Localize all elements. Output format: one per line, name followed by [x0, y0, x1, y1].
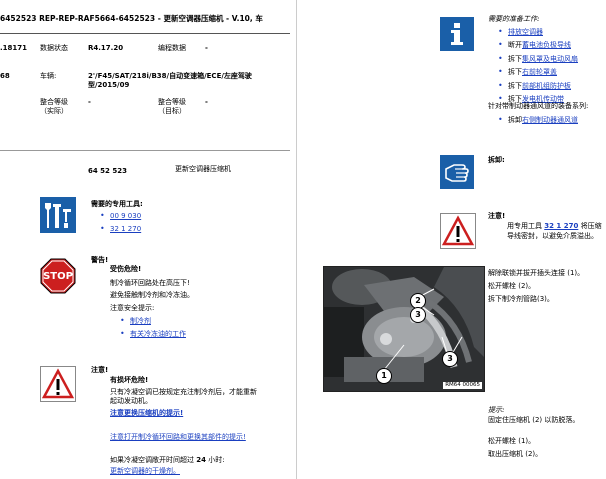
special-tool-item: 00 9 030 — [98, 211, 248, 222]
prep-vehicle-note: 针对带制动器通风道的装备系列: — [488, 102, 589, 110]
step-line1: 解除联锁并拔开插头连接 (1)。 — [488, 269, 585, 277]
caution-line1: 只有冷凝空调已按规定充注制冷剂后，才能重新起动发动机。 — [110, 388, 257, 406]
refrigerant-link[interactable]: 制冷剂 — [130, 317, 151, 325]
callout-1: 1 — [376, 368, 392, 384]
prep-link-battery[interactable]: 蓄电池负极导线 — [522, 41, 571, 49]
integration-target-label: 整合等级 （目标） — [158, 98, 186, 116]
compressor-oil-link[interactable]: 有关冷冻油的工作 — [130, 330, 186, 338]
prep-item-prefix: 断开 — [508, 41, 522, 50]
prep-item: 拆下右前轮罩盖 — [496, 67, 606, 78]
compressor-replacement-link[interactable]: 注意更换压缩机的提示! — [110, 409, 183, 418]
prep-link-underbody[interactable]: 前部机组防护板 — [522, 82, 571, 90]
caution-danger: 有损坏危险! — [110, 376, 149, 384]
special-tools-heading: 需要的专用工具: — [91, 200, 143, 208]
vehicle-value: 2'/F45/SAT/218i/B38/自动变速箱/ECE/左座驾驶型/2015… — [88, 72, 252, 90]
removal-hand-icon — [440, 155, 474, 189]
page-divider — [296, 0, 297, 479]
section-code: 64 52 523 — [88, 167, 127, 175]
section-title: 更新空调器压缩机 — [175, 165, 231, 173]
note-tool-heading: 注意! — [488, 212, 506, 220]
data-status-label: 数据状态 — [40, 44, 68, 52]
prep-link-wheel-arch[interactable]: 右前轮罩盖 — [522, 68, 557, 76]
row2-left-id: 68 — [0, 72, 10, 80]
prep-item: 排放空调器 — [496, 27, 606, 38]
warning-heading: 警告! — [91, 256, 109, 264]
data-status-value: R4.17.20 — [88, 44, 124, 52]
warning-line1: 制冷循环回路处在高压下! — [110, 279, 190, 287]
prep-item-prefix: 拆下 — [508, 54, 522, 63]
desiccant-link[interactable]: 更新空调器的干燥剂。 — [110, 467, 180, 476]
prep-link-drain-ac[interactable]: 排放空调器 — [508, 28, 543, 36]
prep-vehicle-item: 拆卸右侧制动器通风道 — [496, 115, 606, 126]
integration-actual-value: - — [88, 98, 91, 106]
prep-vehicle-list: 拆卸右侧制动器通风道 — [496, 114, 606, 129]
figure-caption: RM64 00065 — [443, 381, 482, 389]
vehicle-label: 车辆: — [40, 72, 57, 80]
integration-target-value: - — [205, 98, 208, 106]
callout-3: 3 — [410, 307, 426, 323]
prep-list: 排放空调器 断开蓄电池负极导线 拆下集风罩及电动风扇 拆下右前轮罩盖 拆下前部机… — [496, 26, 606, 109]
special-tools-list: 00 9 030 32 1 270 — [98, 210, 248, 239]
caution-line2-suffix: 小时: — [208, 456, 225, 464]
hint-line2: 松开螺栓 (1)。 — [488, 437, 536, 445]
warning-link-item: 有关冷冻油的工作 — [118, 329, 268, 340]
special-tool-item: 32 1 270 — [98, 224, 248, 235]
special-tool-link[interactable]: 00 9 030 — [110, 212, 141, 220]
hint-line1: 固定住压缩机 (2) 以防脱落。 — [488, 416, 580, 424]
stop-sign-icon: STOP — [40, 258, 76, 294]
step-line3: 拆下制冷剂管路(3)。 — [488, 295, 554, 303]
note-tool-line2: 导线密封，以避免介质溢出。 — [507, 232, 598, 240]
warning-links-list: 制冷剂 有关冷冻油的工作 — [118, 315, 268, 344]
note-tool-suffix: 将压缩 — [580, 222, 602, 230]
prep-item-prefix: 拆卸 — [508, 116, 522, 124]
caution-triangle-icon — [40, 366, 76, 402]
prep-link-fan[interactable]: 集风罩及电动风扇 — [522, 55, 578, 63]
prep-item: 拆下集风罩及电动风扇 — [496, 54, 606, 65]
caution-triangle-icon — [440, 213, 476, 249]
warning-line3: 注意安全提示: — [110, 304, 155, 312]
hint-heading: 提示: — [488, 406, 505, 414]
prep-item-prefix: 拆下 — [508, 68, 522, 77]
caution-line2-prefix: 如果冷凝空调敞开时间超过 — [110, 456, 194, 464]
special-tool-icon — [40, 197, 76, 233]
prep-heading: 需要的准备工作: — [488, 15, 540, 23]
header-divider — [0, 33, 290, 34]
note-tool-prefix: 用专用工具 — [507, 222, 542, 230]
compressor-figure: 1 2 3 3 RM64 00065 — [323, 266, 485, 392]
info-icon — [440, 17, 474, 51]
edit-data-label: 编程数据 — [158, 44, 186, 52]
caution-heading: 注意! — [91, 366, 109, 374]
prep-item: 拆下前部机组防护板 — [496, 81, 606, 92]
warning-line2: 避免接触制冷剂和冷冻油。 — [110, 291, 194, 299]
step-line2: 松开螺栓 (2)。 — [488, 282, 536, 290]
prep-item-prefix: 拆下 — [508, 81, 522, 90]
row1-left-id: .18171 — [0, 44, 28, 52]
caution-line2-hours: 24 — [196, 456, 206, 464]
hint-line3: 取出压缩机 (2)。 — [488, 450, 543, 458]
integration-actual-label: 整合等级 （实际） — [40, 98, 68, 116]
warning-danger: 受伤危险! — [110, 265, 142, 273]
document-header-title: 6452523 REP-REP-RAF5664-6452523 - 更新空调器压… — [0, 14, 263, 23]
meta-divider — [0, 150, 290, 151]
removal-heading: 拆卸: — [488, 156, 505, 164]
stop-sign-text: STOP — [43, 271, 73, 282]
caution-line2: 如果冷凝空调敞开时间超过 24 小时: — [110, 456, 225, 465]
tool-32-1-270-link[interactable]: 32 1 270 — [544, 222, 578, 230]
brake-duct-link[interactable]: 右侧制动器通风道 — [522, 116, 578, 124]
open-circuit-link[interactable]: 注意打开制冷循环回路和更换其部件的提示! — [110, 433, 260, 442]
special-tool-link[interactable]: 32 1 270 — [110, 225, 141, 233]
prep-item: 断开蓄电池负极导线 — [496, 40, 606, 51]
callout-3b: 3 — [442, 351, 458, 367]
warning-link-item: 制冷剂 — [118, 316, 268, 327]
edit-data-value: - — [205, 44, 208, 52]
note-tool-line1: 用专用工具 32 1 270 将压缩 — [507, 222, 602, 231]
